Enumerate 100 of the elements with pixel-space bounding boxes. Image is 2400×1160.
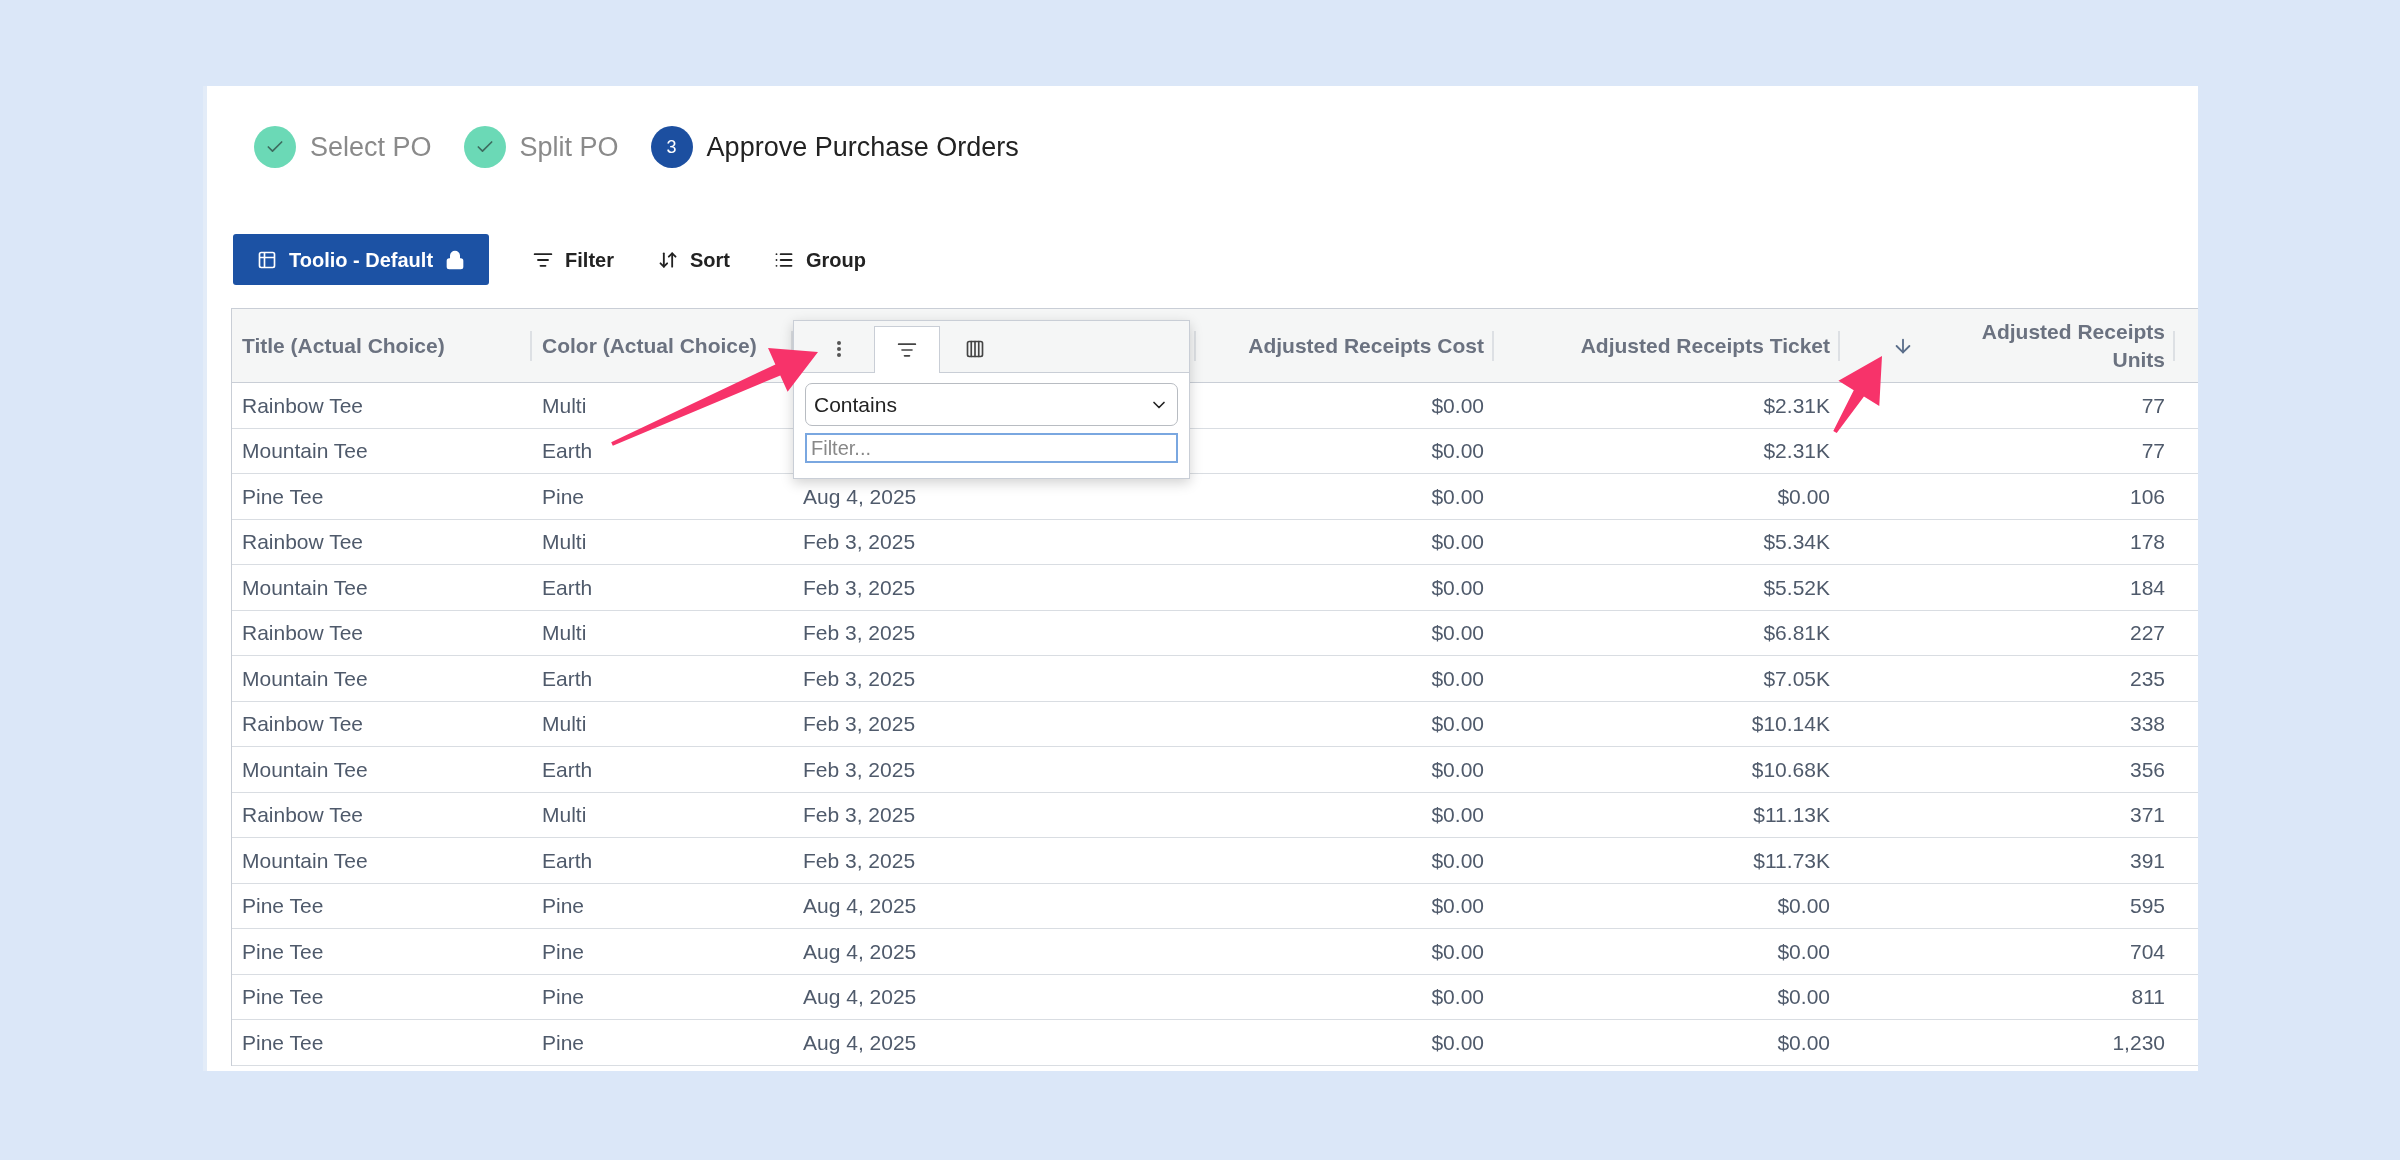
table-cell-text: $0.00 [1431,483,1484,510]
table-cell-text: Rainbow Tee [242,711,364,737]
table-cell-text: Feb 3, 2025 [803,529,916,555]
table-cell-text: $0.00 [1777,984,1830,1010]
table-cell-text: Multi [542,711,587,737]
table-cell-text: Aug 4, 2025 [803,984,917,1010]
table-cell-text: Aug 4, 2025 [803,1029,917,1056]
table-cell-text: 227 [2129,620,2165,646]
table-cell-text: $0.00 [1431,529,1484,555]
table-cell-text: Aug 4, 2025 [803,893,917,919]
table-cell-text: 811 [2131,984,2165,1010]
table-cell-text: Feb 3, 2025 [803,574,916,601]
table-cell-text: $0.00 [1431,574,1484,601]
table-cell-text: 704 [2129,938,2165,965]
table-cell-text: $11.13K [1753,802,1830,828]
filter-icon [897,340,917,360]
table-cell-text: $2.31K [1763,438,1830,464]
table-cell-text: Earth [542,847,593,874]
table-cell-text: Aug 4, 2025 [803,483,917,510]
table-cell-text: $2.31K [1763,392,1830,419]
table-cell-text: Pine [542,483,585,510]
table-cell-text: 1,230 [2112,1029,2165,1056]
table-cell-text: Multi [542,529,587,555]
table-cell-text: Rainbow Tee [242,529,364,555]
column-header[interactable]: Adjusted Receipts Units [1965,317,2165,374]
operator-select[interactable]: Contains [805,383,1178,426]
table-cell-text: $0.00 [1431,392,1484,419]
table-cell-text: Pine [542,1029,585,1056]
table-cell-text: 235 [2129,665,2165,692]
table-cell-text: $0.00 [1431,893,1484,919]
table-cell-text: Pine Tee [242,984,324,1010]
table-cell-text: Feb 3, 2025 [803,847,916,874]
table-cell-text: Rainbow Tee [242,802,364,828]
table-cell-text: $10.14K [1751,711,1830,737]
column-header[interactable]: Adjusted Receipts Ticket [1580,331,1830,360]
columns-icon [965,339,985,359]
toolbar-button[interactable]: Sort [657,244,730,275]
table-cell-text: Multi [542,392,587,419]
table-cell-text: Mountain Tee [242,438,368,464]
table-cell-text: $0.00 [1431,1029,1484,1056]
table-cell-text: Rainbow Tee [242,392,364,419]
table-cell-text: Mountain Tee [242,847,368,874]
column-header[interactable]: Adjusted Receipts Cost [1248,331,1484,360]
table-cell-text: Feb 3, 2025 [803,665,916,692]
table-cell-text: Mountain Tee [242,574,368,601]
table-cell-text: 356 [2129,756,2165,783]
table-cell-text: Pine Tee [242,938,324,965]
table-cell-text: $0.00 [1777,893,1830,919]
table-cell-text: 77 [2141,438,2165,464]
table-cell-text: $0.00 [1431,711,1484,737]
table-cell-text: $0.00 [1777,483,1830,510]
table-cell-text: 77 [2141,392,2165,419]
table-cell-text: $5.52K [1763,574,1830,601]
table-icon [257,249,277,270]
menu-tab[interactable] [874,326,940,373]
table-cell-text: Earth [542,756,593,783]
filter-input[interactable]: Filter... [805,433,1178,463]
table-cell-text: Earth [542,574,593,601]
table-cell-text: Mountain Tee [242,756,368,783]
table-cell-text: 178 [2129,529,2165,555]
table-cell-text: $11.73K [1753,847,1830,874]
table-cell-text: $0.00 [1431,620,1484,646]
table-cell-text: Pine Tee [242,1029,324,1056]
table-cell-text: $0.00 [1431,938,1484,965]
column-header[interactable]: Color (Actual Choice) [542,331,757,360]
table-cell-text: 184 [2129,574,2165,601]
table-cell-text: 391 [2129,847,2165,874]
toolbar-button[interactable]: Group [773,244,866,275]
table-cell-text: Feb 3, 2025 [803,802,916,828]
step-label: Select PO [310,130,432,164]
table-cell-text: Mountain Tee [242,665,368,692]
table-cell-text: $5.34K [1763,529,1830,555]
table-cell-text: Aug 4, 2025 [803,938,917,965]
table-cell-text: Feb 3, 2025 [803,756,916,783]
table-cell-text: $0.00 [1431,984,1484,1010]
table-cell-text: Earth [542,438,593,464]
table-cell-text: $6.81K [1763,620,1830,646]
table-cell-text: $0.00 [1777,938,1830,965]
view-button[interactable]: Toolio - Default [233,234,490,285]
table-cell-text: Pine [542,893,585,919]
step-label: Split PO [519,130,619,164]
step-number: 3 [650,126,693,168]
table-cell-text: $0.00 [1431,665,1484,692]
table-cell-text: 371 [2129,802,2165,828]
table-cell-text: 106 [2129,483,2165,510]
table-cell-text: Rainbow Tee [242,620,364,646]
column-header[interactable]: Title (Actual Choice) [242,331,445,360]
table-cell-text: $0.00 [1777,1029,1830,1056]
table-cell-text: Feb 3, 2025 [803,620,916,646]
table-cell-text: $0.00 [1431,438,1484,464]
table-cell-text: $0.00 [1431,847,1484,874]
table-cell-text: $10.68K [1751,756,1830,783]
table-cell-text: $0.00 [1431,802,1484,828]
table-cell-text: Pine [542,984,585,1010]
table-cell-text: Multi [542,620,587,646]
table-cell-text: 595 [2129,893,2165,919]
table-cell-text: Pine Tee [242,483,324,510]
table-cell-text: $0.00 [1431,756,1484,783]
toolbar-button[interactable]: Filter [533,244,614,275]
table-cell-text: Pine [542,938,585,965]
